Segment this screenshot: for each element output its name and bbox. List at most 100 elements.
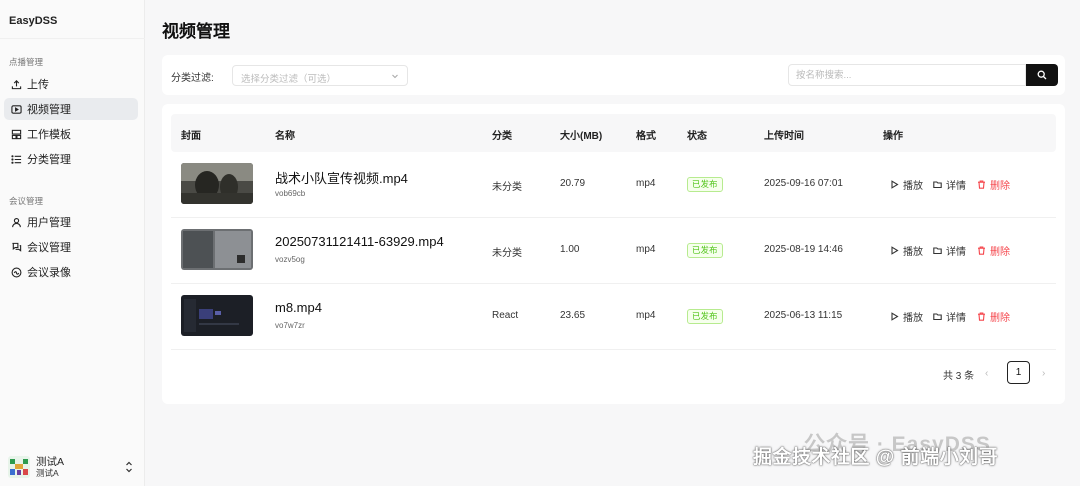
sidebar-item-user-management[interactable]: 用户管理 [4, 211, 138, 233]
video-size: 23.65 [560, 310, 586, 321]
filter-bar: 分类过滤: 选择分类过滤（可选） [162, 55, 1065, 95]
sidebar: EasyDSS 点播管理 上传 视频管理 工作模板 分类管理 会议管理 用户管理 [0, 0, 145, 486]
search-button[interactable] [1026, 64, 1058, 86]
video-id: vob69cb [275, 189, 306, 198]
video-name[interactable]: m8.mp4 [275, 300, 322, 315]
video-thumbnail[interactable] [181, 229, 253, 270]
trash-icon [978, 180, 985, 189]
video-format: mp4 [636, 244, 656, 255]
sidebar-item-category[interactable]: 分类管理 [4, 148, 138, 170]
video-icon [10, 103, 22, 115]
sidebar-item-label: 会议管理 [27, 242, 71, 254]
video-size: 1.00 [560, 244, 580, 255]
user-icon [10, 216, 22, 228]
video-size: 20.79 [560, 178, 586, 189]
col-category: 分类 [492, 131, 512, 142]
sidebar-item-video-management[interactable]: 视频管理 [4, 98, 138, 120]
delete-button[interactable]: 删除 [977, 243, 1010, 258]
upload-icon [10, 78, 22, 90]
divider [0, 38, 145, 39]
upload-time: 2025-08-19 14:46 [764, 244, 843, 255]
folder-icon [933, 247, 942, 255]
col-format: 格式 [636, 131, 656, 142]
category-filter-select[interactable]: 选择分类过滤（可选） [232, 65, 408, 86]
group-title-vod: 点播管理 [9, 57, 44, 67]
detail-button[interactable]: 详情 [933, 177, 966, 192]
chevron-down-icon [392, 74, 398, 79]
delete-button[interactable]: 删除 [977, 309, 1010, 324]
pagination-total: 共 3 条 [943, 371, 975, 382]
user-name: 测试A [36, 455, 65, 468]
video-table: 封面 名称 分类 大小(MB) 格式 状态 上传时间 操作 战术小队宣传视频.m… [162, 104, 1065, 404]
list-icon [10, 153, 22, 165]
sidebar-item-label: 上传 [27, 79, 49, 91]
trash-icon [978, 312, 985, 321]
status-badge: 已发布 [687, 243, 723, 258]
sidebar-item-label: 用户管理 [27, 217, 71, 229]
sidebar-item-meeting-management[interactable]: 会议管理 [4, 236, 138, 258]
user-subtitle: 测试A [36, 467, 59, 478]
user-menu[interactable]: 测试A 测试A [8, 452, 138, 482]
col-upload-time: 上传时间 [764, 131, 804, 142]
video-name[interactable]: 20250731121411-63929.mp4 [275, 234, 444, 249]
status-badge: 已发布 [687, 177, 723, 192]
play-button[interactable]: 播放 [890, 243, 923, 258]
video-thumbnail[interactable] [181, 295, 253, 336]
chevron-up-down-icon[interactable] [124, 460, 134, 474]
pagination-prev-button[interactable]: ‹ [985, 368, 988, 379]
detail-button[interactable]: 详情 [933, 309, 966, 324]
col-size: 大小(MB) [560, 131, 603, 142]
search-icon [1037, 70, 1047, 80]
avatar [8, 456, 30, 478]
status-badge: 已发布 [687, 309, 723, 324]
play-icon [891, 180, 899, 189]
play-button[interactable]: 播放 [890, 177, 923, 192]
video-id: vozv5og [275, 255, 305, 264]
sidebar-item-label: 工作模板 [27, 129, 71, 141]
group-title-meeting: 会议管理 [9, 196, 44, 206]
folder-icon [933, 313, 942, 321]
recording-icon [10, 266, 22, 278]
pagination-page-1[interactable]: 1 [1007, 361, 1030, 384]
col-cover: 封面 [181, 131, 201, 142]
video-id: vo7w7zr [275, 321, 305, 330]
trash-icon [978, 246, 985, 255]
play-button[interactable]: 播放 [890, 309, 923, 324]
filter-label: 分类过滤: [171, 73, 214, 84]
page-title: 视频管理 [162, 22, 230, 41]
folder-icon [933, 181, 942, 189]
col-name: 名称 [275, 131, 295, 142]
sidebar-item-meeting-recording[interactable]: 会议录像 [4, 261, 138, 283]
delete-button[interactable]: 删除 [977, 177, 1010, 192]
play-icon [891, 246, 899, 255]
table-row: 战术小队宣传视频.mp4 vob69cb 未分类 20.79 mp4 已发布 2… [171, 152, 1056, 218]
table-header: 封面 名称 分类 大小(MB) 格式 状态 上传时间 操作 [171, 114, 1056, 152]
video-format: mp4 [636, 310, 656, 321]
brand-logo[interactable]: EasyDSS [9, 15, 57, 27]
meeting-icon [10, 241, 22, 253]
select-placeholder: 选择分类过滤（可选） [241, 74, 337, 85]
detail-button[interactable]: 详情 [933, 243, 966, 258]
col-status: 状态 [687, 131, 707, 142]
sidebar-item-work-template[interactable]: 工作模板 [4, 123, 138, 145]
sidebar-item-upload[interactable]: 上传 [4, 73, 138, 95]
table-row: 20250731121411-63929.mp4 vozv5og 未分类 1.0… [171, 218, 1056, 284]
table-row: m8.mp4 vo7w7zr React 23.65 mp4 已发布 2025-… [171, 284, 1056, 350]
video-category: React [492, 310, 519, 321]
search-input[interactable] [788, 64, 1026, 86]
video-category: 未分类 [492, 182, 522, 193]
sidebar-item-label: 会议录像 [27, 267, 71, 279]
play-icon [891, 312, 899, 321]
sidebar-item-label: 分类管理 [27, 154, 71, 166]
watermark-community: 掘金技术社区 @ 前端小刘哥 [753, 447, 999, 468]
video-thumbnail[interactable] [181, 163, 253, 204]
video-format: mp4 [636, 178, 656, 189]
upload-time: 2025-09-16 07:01 [764, 178, 843, 189]
upload-time: 2025-06-13 11:15 [764, 310, 843, 321]
col-actions: 操作 [883, 131, 903, 142]
sidebar-item-label: 视频管理 [27, 104, 71, 116]
template-icon [10, 128, 22, 140]
video-name[interactable]: 战术小队宣传视频.mp4 [275, 168, 408, 187]
pagination-next-button[interactable]: › [1042, 368, 1045, 379]
video-category: 未分类 [492, 248, 522, 259]
